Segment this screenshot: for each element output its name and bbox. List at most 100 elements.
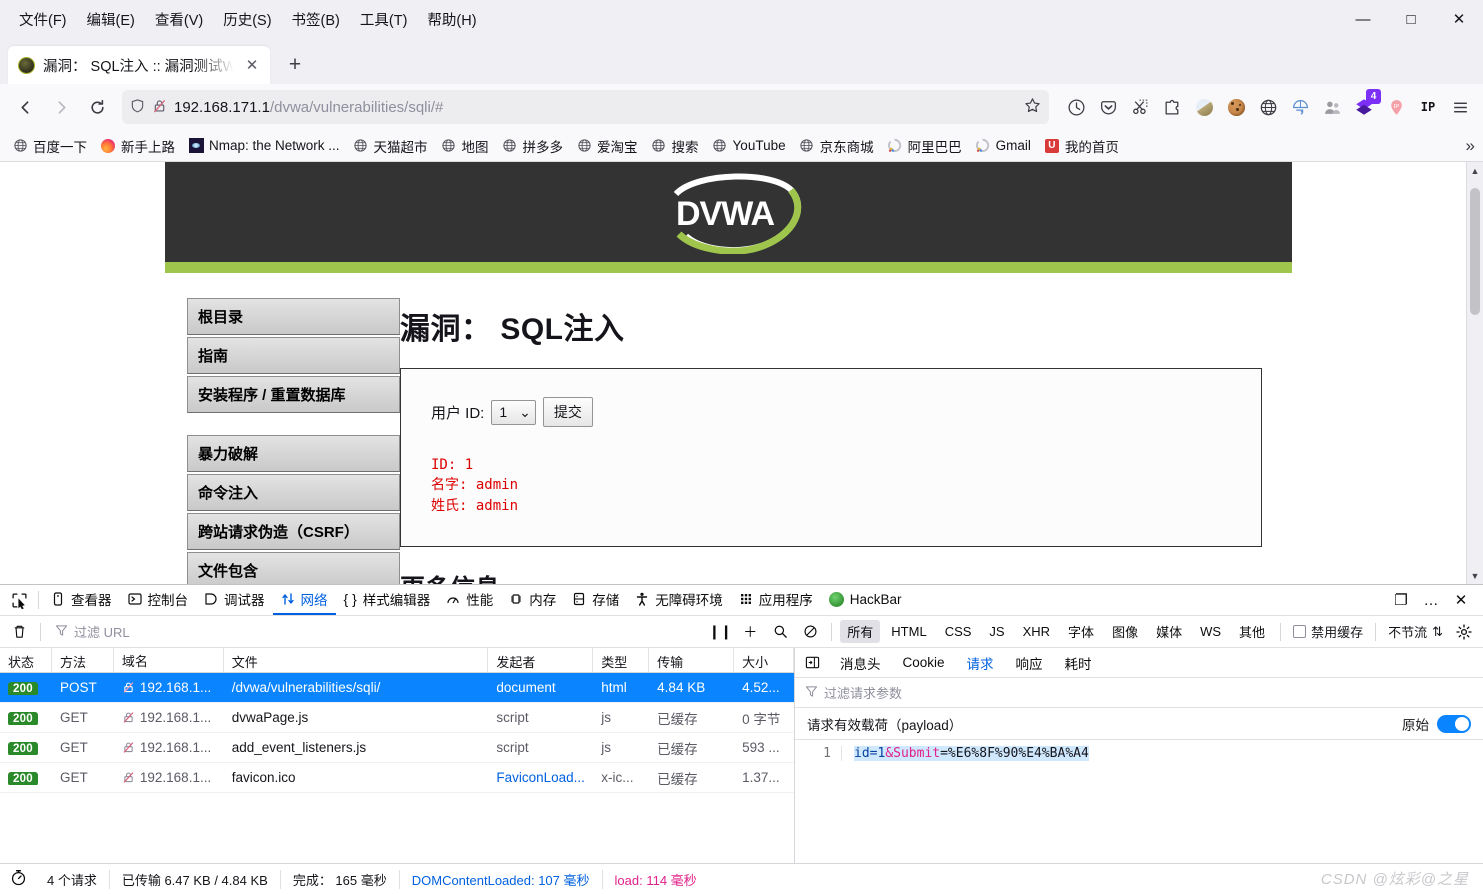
submit-button[interactable]: 提交: [542, 397, 593, 427]
menu-help[interactable]: 帮助(H): [418, 5, 485, 34]
bookmark-item[interactable]: U 我的首页: [1038, 133, 1125, 159]
bookmark-item[interactable]: 京东商城: [793, 133, 880, 159]
tab-inspector[interactable]: 查看器: [43, 585, 120, 615]
search-icon[interactable]: [767, 620, 793, 644]
sidebar-item-file-inclusion[interactable]: 文件包含: [187, 552, 400, 584]
raw-toggle-group[interactable]: 原始: [1402, 714, 1471, 734]
col-domain[interactable]: 域名: [114, 648, 224, 672]
filter-type-image[interactable]: 图像: [1105, 620, 1145, 643]
account-avatar-icon[interactable]: [1189, 92, 1219, 122]
bookmark-item[interactable]: Gmail: [969, 135, 1037, 157]
request-params-filter[interactable]: 过滤请求参数: [795, 678, 1483, 708]
tab-console[interactable]: 控制台: [120, 585, 197, 615]
responsive-design-mode-icon[interactable]: ❐: [1387, 587, 1415, 614]
menu-edit[interactable]: 编辑(E): [78, 5, 144, 34]
devtools-more-icon[interactable]: …: [1417, 587, 1445, 614]
sidebar-item-brute-force[interactable]: 暴力破解: [187, 435, 400, 472]
sidebar-item-setup[interactable]: 安装程序 / 重置数据库: [187, 376, 400, 413]
bookmark-item[interactable]: 爱淘宝: [570, 133, 644, 159]
reload-button[interactable]: [80, 90, 114, 124]
tab-application[interactable]: 应用程序: [731, 585, 821, 615]
col-method[interactable]: 方法: [52, 648, 114, 672]
devtools-settings-icon[interactable]: [1451, 620, 1477, 644]
col-initiator[interactable]: 发起者: [488, 648, 594, 672]
filter-type-all[interactable]: 所有: [840, 620, 881, 643]
maximize-button[interactable]: □: [1387, 0, 1435, 38]
tab-storage[interactable]: 存储: [564, 585, 627, 615]
proxy-switch-icon[interactable]: [1285, 92, 1315, 122]
tab-debugger[interactable]: 调试器: [196, 585, 273, 615]
filter-type-xhr[interactable]: XHR: [1016, 622, 1057, 641]
checkbox-box[interactable]: [1293, 625, 1307, 638]
element-picker-icon[interactable]: [4, 587, 34, 614]
bookmark-item[interactable]: 搜索: [645, 133, 705, 159]
filter-type-other[interactable]: 其他: [1232, 620, 1272, 643]
code-line[interactable]: id=1&Submit=%E6%8F%90%E4%BA%A4: [841, 746, 1089, 761]
cookie-icon[interactable]: [1221, 92, 1251, 122]
extension-puzzle-icon[interactable]: [1157, 92, 1187, 122]
menu-history[interactable]: 历史(S): [214, 5, 280, 34]
user-agent-switcher-icon[interactable]: [1317, 92, 1347, 122]
raw-toggle[interactable]: [1437, 714, 1471, 733]
table-row[interactable]: 200 GET 192.168.1... add_event_listeners…: [0, 733, 794, 763]
filter-type-ws[interactable]: WS: [1193, 622, 1228, 641]
url-filter-input[interactable]: 过滤 URL: [49, 620, 703, 644]
tab-network[interactable]: 网络: [272, 585, 336, 615]
detail-tab-timings[interactable]: 耗时: [1054, 648, 1103, 677]
location-pin-icon[interactable]: IP: [1381, 92, 1411, 122]
pocket-icon[interactable]: [1093, 92, 1123, 122]
col-status[interactable]: 状态: [0, 648, 52, 672]
tab-hackbar[interactable]: HackBar: [821, 585, 910, 615]
url-text[interactable]: 192.168.171.1/dvwa/vulnerabilities/sqli/…: [174, 99, 1017, 116]
page-scrollbar[interactable]: ▲ ▼: [1466, 162, 1483, 584]
col-size[interactable]: 大小: [734, 648, 794, 672]
back-button[interactable]: [8, 90, 42, 124]
filter-type-media[interactable]: 媒体: [1149, 620, 1189, 643]
col-type[interactable]: 类型: [593, 648, 650, 672]
menu-bookmarks[interactable]: 书签(B): [283, 5, 349, 34]
tab-accessibility[interactable]: 无障碍环境: [627, 585, 731, 615]
table-row[interactable]: 200 GET 192.168.1... dvwaPage.js script …: [0, 703, 794, 733]
scroll-up-icon[interactable]: ▲: [1467, 162, 1483, 179]
cell-initiator[interactable]: FaviconLoad...: [488, 770, 593, 785]
forward-button[interactable]: [44, 90, 78, 124]
col-file[interactable]: 文件: [224, 648, 489, 672]
clear-requests-icon[interactable]: [6, 620, 32, 644]
sidebar-item-home[interactable]: 根目录: [187, 298, 400, 335]
tab-close-icon[interactable]: ✕: [242, 55, 262, 75]
tab-performance[interactable]: 性能: [438, 585, 501, 615]
menu-tools[interactable]: 工具(T): [351, 5, 417, 34]
browser-tab[interactable]: 漏洞： SQL注入 :: 漏洞测试Web ✕: [8, 46, 270, 84]
pause-recording-icon[interactable]: ❙❙: [707, 620, 733, 644]
filter-type-html[interactable]: HTML: [884, 622, 933, 641]
downloads-icon[interactable]: 4: [1349, 89, 1381, 122]
tab-style-editor[interactable]: { } 样式编辑器: [336, 585, 439, 615]
table-row[interactable]: 200 GET 192.168.1... favicon.ico Favicon…: [0, 763, 794, 793]
detail-tab-headers[interactable]: 消息头: [829, 648, 892, 677]
tab-memory[interactable]: 内存: [501, 585, 564, 615]
bookmark-star-icon[interactable]: [1024, 97, 1041, 117]
menu-view[interactable]: 查看(V): [146, 5, 212, 34]
user-id-select[interactable]: 1 ⌄: [491, 399, 536, 425]
new-request-icon[interactable]: ＋: [737, 620, 763, 644]
detail-tab-request[interactable]: 请求: [956, 648, 1005, 677]
bookmark-item[interactable]: 新手上路: [94, 133, 181, 159]
filter-type-font[interactable]: 字体: [1061, 620, 1101, 643]
screenshot-scissors-icon[interactable]: [1125, 92, 1155, 122]
sidebar-item-command-injection[interactable]: 命令注入: [187, 474, 400, 511]
bookmark-item[interactable]: 百度一下: [6, 133, 93, 159]
close-window-button[interactable]: ✕: [1435, 0, 1483, 38]
bookmark-item[interactable]: 阿里巴巴: [881, 133, 968, 159]
bookmark-item[interactable]: 天猫超市: [347, 133, 434, 159]
col-transfer[interactable]: 传输: [649, 648, 735, 672]
disable-cache-checkbox[interactable]: 禁用缓存: [1289, 622, 1367, 641]
bookmark-item[interactable]: Nmap: the Network ...: [182, 135, 346, 157]
detail-tab-response[interactable]: 响应: [1005, 648, 1054, 677]
menu-file[interactable]: 文件(F): [10, 5, 76, 34]
toggle-sidebar-icon[interactable]: [799, 650, 825, 676]
detail-tab-cookie[interactable]: Cookie: [892, 648, 956, 677]
table-row[interactable]: 200 POST 192.168.1... /dvwa/vulnerabilit…: [0, 673, 794, 703]
bookmarks-overflow-icon[interactable]: »: [1466, 136, 1475, 156]
address-bar[interactable]: 192.168.171.1/dvwa/vulnerabilities/sqli/…: [122, 90, 1049, 124]
devtools-close-icon[interactable]: ✕: [1447, 587, 1475, 614]
